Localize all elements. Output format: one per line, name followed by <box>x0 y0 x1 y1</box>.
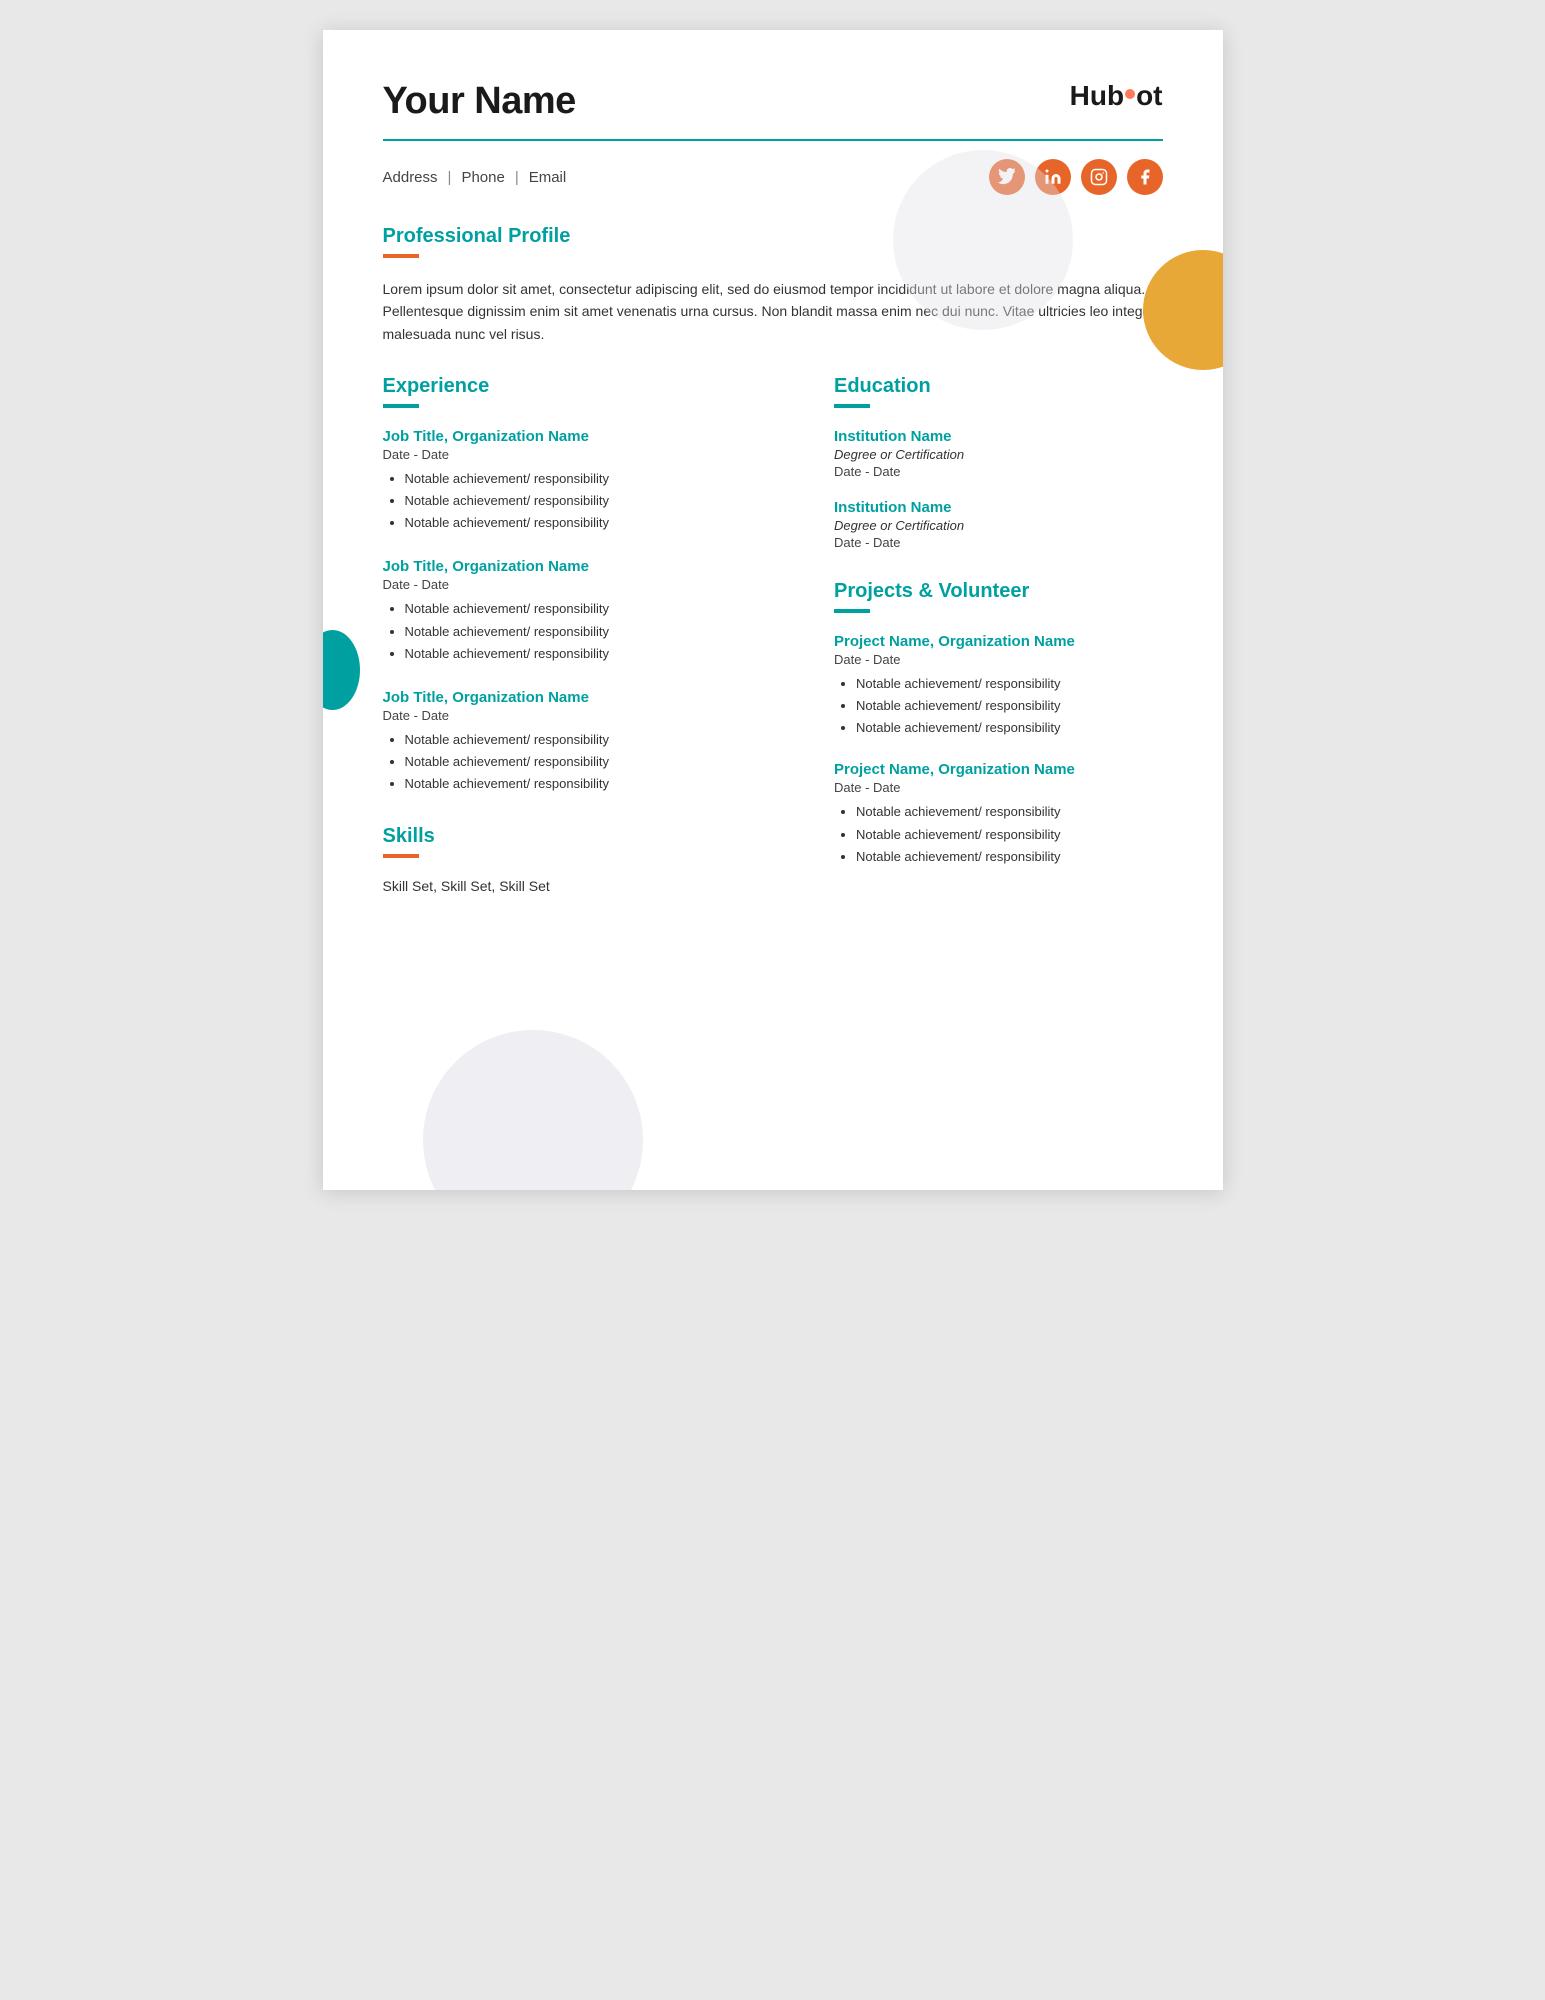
proj-ach-1-3: Notable achievement/ responsibility <box>856 717 1163 739</box>
experience-title: Experience <box>383 375 785 398</box>
job-achievements-2: Notable achievement/ responsibility Nota… <box>383 598 785 664</box>
project-date-1: Date - Date <box>834 652 1163 667</box>
two-col-layout: Experience Job Title, Organization Name … <box>383 375 1163 894</box>
achievement-3-3: Notable achievement/ responsibility <box>405 773 785 795</box>
education-entry-1: Institution Name Degree or Certification… <box>834 428 1163 479</box>
job-achievements-3: Notable achievement/ responsibility Nota… <box>383 729 785 795</box>
education-title: Education <box>834 375 1163 398</box>
deco-circle-teal <box>323 630 360 710</box>
proj-ach-2-3: Notable achievement/ responsibility <box>856 846 1163 868</box>
skills-body: Skill Set, Skill Set, Skill Set <box>383 878 785 894</box>
resume-page: Your Name Hubot Address | Phone | Email <box>323 30 1223 1190</box>
institution-1: Institution Name <box>834 428 1163 445</box>
logo-hub: Hub <box>1070 80 1124 112</box>
left-column: Experience Job Title, Organization Name … <box>383 375 785 894</box>
proj-ach-1-2: Notable achievement/ responsibility <box>856 695 1163 717</box>
deco-circle-bottom-left <box>423 1030 643 1190</box>
education-section: Education Institution Name Degree or Cer… <box>834 375 1163 550</box>
deco-circle-top-right <box>893 150 1073 330</box>
project-achievements-1: Notable achievement/ responsibility Nota… <box>834 673 1163 739</box>
job-title-3: Job Title, Organization Name <box>383 689 785 706</box>
logo-spot: ot <box>1136 80 1162 112</box>
experience-entry-2: Job Title, Organization Name Date - Date… <box>383 558 785 664</box>
project-entry-2: Project Name, Organization Name Date - D… <box>834 761 1163 867</box>
experience-underline <box>383 404 419 408</box>
projects-title: Projects & Volunteer <box>834 580 1163 603</box>
project-title-1: Project Name, Organization Name <box>834 633 1163 650</box>
achievement-1-1: Notable achievement/ responsibility <box>405 468 785 490</box>
achievement-3-2: Notable achievement/ responsibility <box>405 751 785 773</box>
job-title-2: Job Title, Organization Name <box>383 558 785 575</box>
education-underline <box>834 404 870 408</box>
achievement-2-1: Notable achievement/ responsibility <box>405 598 785 620</box>
achievement-1-3: Notable achievement/ responsibility <box>405 512 785 534</box>
sep2: | <box>515 169 519 186</box>
education-entry-2: Institution Name Degree or Certification… <box>834 499 1163 550</box>
projects-underline <box>834 609 870 613</box>
instagram-icon[interactable] <box>1081 159 1117 195</box>
project-date-2: Date - Date <box>834 780 1163 795</box>
logo-dot <box>1125 89 1135 99</box>
achievement-2-2: Notable achievement/ responsibility <box>405 621 785 643</box>
degree-1: Degree or Certification <box>834 447 1163 462</box>
job-achievements-1: Notable achievement/ responsibility Nota… <box>383 468 785 534</box>
sep1: | <box>448 169 452 186</box>
profile-underline <box>383 254 419 258</box>
candidate-name: Your Name <box>383 80 576 123</box>
achievement-3-1: Notable achievement/ responsibility <box>405 729 785 751</box>
contact-address: Address <box>383 169 438 186</box>
degree-2: Degree or Certification <box>834 518 1163 533</box>
project-entry-1: Project Name, Organization Name Date - D… <box>834 633 1163 739</box>
project-achievements-2: Notable achievement/ responsibility Nota… <box>834 801 1163 867</box>
contact-email: Email <box>529 169 567 186</box>
right-column: Education Institution Name Degree or Cer… <box>834 375 1163 894</box>
proj-ach-2-2: Notable achievement/ responsibility <box>856 824 1163 846</box>
header-divider <box>383 139 1163 141</box>
proj-ach-1-1: Notable achievement/ responsibility <box>856 673 1163 695</box>
job-date-1: Date - Date <box>383 447 785 462</box>
project-title-2: Project Name, Organization Name <box>834 761 1163 778</box>
experience-entry-1: Job Title, Organization Name Date - Date… <box>383 428 785 534</box>
projects-section: Projects & Volunteer Project Name, Organ… <box>834 580 1163 868</box>
achievement-2-3: Notable achievement/ responsibility <box>405 643 785 665</box>
edu-date-1: Date - Date <box>834 464 1163 479</box>
job-date-3: Date - Date <box>383 708 785 723</box>
edu-date-2: Date - Date <box>834 535 1163 550</box>
header: Your Name Hubot <box>383 80 1163 123</box>
skills-underline <box>383 854 419 858</box>
proj-ach-2-1: Notable achievement/ responsibility <box>856 801 1163 823</box>
skills-title: Skills <box>383 825 785 848</box>
hubspot-logo: Hubot <box>1070 80 1163 112</box>
job-title-1: Job Title, Organization Name <box>383 428 785 445</box>
contact-info: Address | Phone | Email <box>383 169 567 186</box>
institution-2: Institution Name <box>834 499 1163 516</box>
experience-section: Experience Job Title, Organization Name … <box>383 375 785 795</box>
skills-section: Skills Skill Set, Skill Set, Skill Set <box>383 825 785 894</box>
experience-entry-3: Job Title, Organization Name Date - Date… <box>383 689 785 795</box>
facebook-icon[interactable] <box>1127 159 1163 195</box>
contact-phone: Phone <box>461 169 504 186</box>
achievement-1-2: Notable achievement/ responsibility <box>405 490 785 512</box>
job-date-2: Date - Date <box>383 577 785 592</box>
